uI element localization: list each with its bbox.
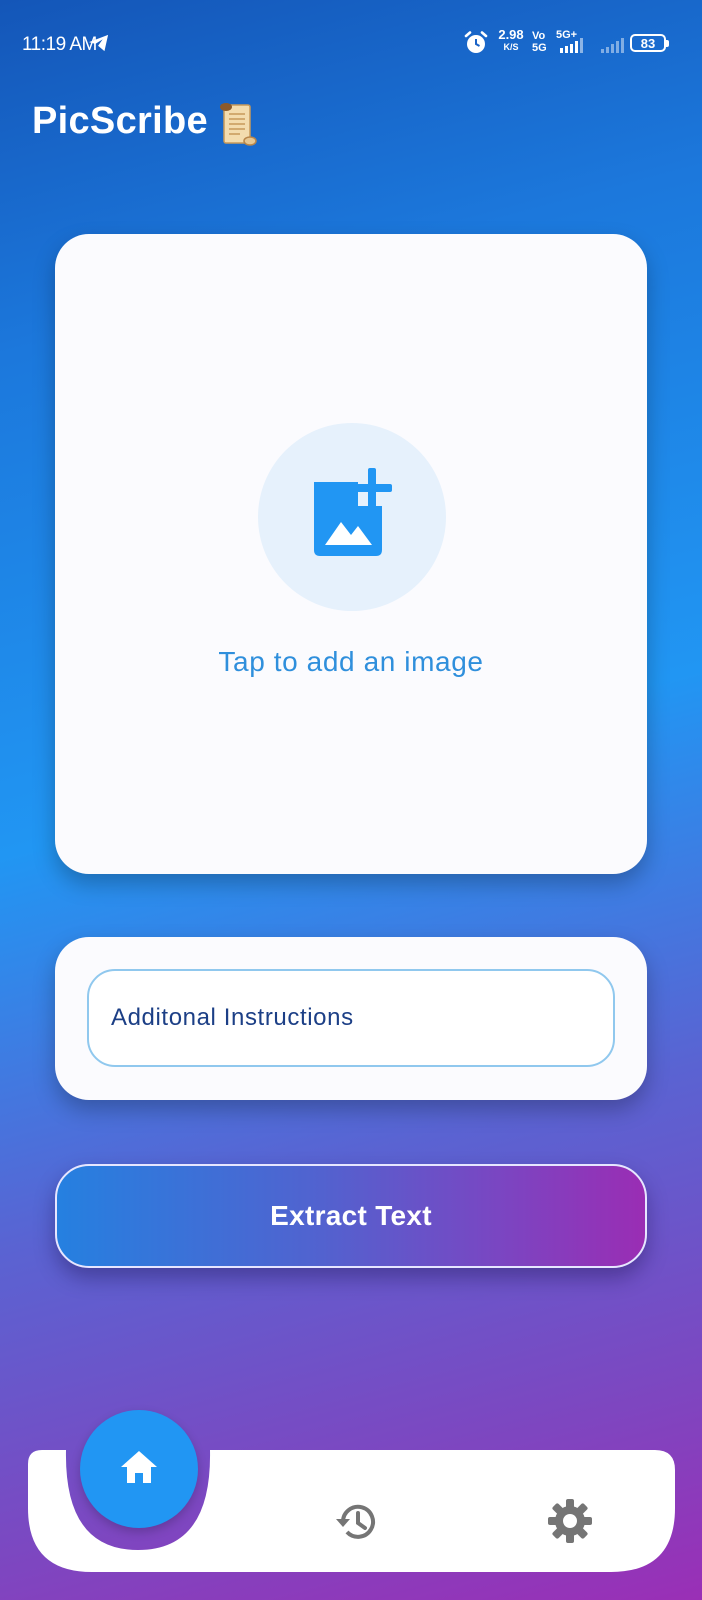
history-icon	[333, 1504, 381, 1550]
status-bar: 11:19 AM 2.98 K/S Vo 5G 5G+ 83	[0, 0, 702, 90]
bottom-nav	[28, 1410, 675, 1572]
instructions-input[interactable]: Additonal Instructions	[87, 969, 615, 1067]
alarm-icon	[463, 30, 489, 61]
extract-text-button[interactable]: Extract Text	[55, 1164, 647, 1268]
extract-text-label: Extract Text	[270, 1200, 432, 1231]
settings-icon	[545, 1499, 595, 1550]
app-title: PicScribe	[32, 100, 208, 142]
home-icon	[119, 1449, 159, 1490]
status-time: 11:19 AM	[22, 34, 97, 55]
image-picker-card[interactable]: Tap to add an image	[55, 234, 647, 874]
scroll-icon	[216, 101, 260, 152]
add-photo-icon[interactable]	[300, 462, 400, 567]
volte-indicator: Vo 5G	[532, 30, 547, 54]
network-speed-value: 2.98	[498, 27, 524, 42]
instructions-card: Additonal Instructions	[55, 937, 647, 1100]
nav-history-button[interactable]	[333, 1498, 381, 1546]
signal-secondary-icon	[600, 36, 626, 59]
telegram-icon	[88, 33, 110, 58]
network-speed: 2.98 K/S	[494, 28, 528, 52]
instructions-placeholder: Additonal Instructions	[111, 1004, 354, 1031]
battery-level: 83	[640, 35, 656, 51]
volte-line2: 5G	[532, 42, 547, 55]
tap-to-add-label: Tap to add an image	[218, 646, 484, 677]
nav-home-button[interactable]	[80, 1410, 198, 1528]
signal-icon	[558, 38, 588, 59]
battery-icon: 83	[630, 34, 669, 52]
volte-line1: Vo	[532, 30, 546, 42]
network-speed-unit: K/S	[503, 42, 519, 52]
nav-settings-button[interactable]	[545, 1496, 595, 1546]
